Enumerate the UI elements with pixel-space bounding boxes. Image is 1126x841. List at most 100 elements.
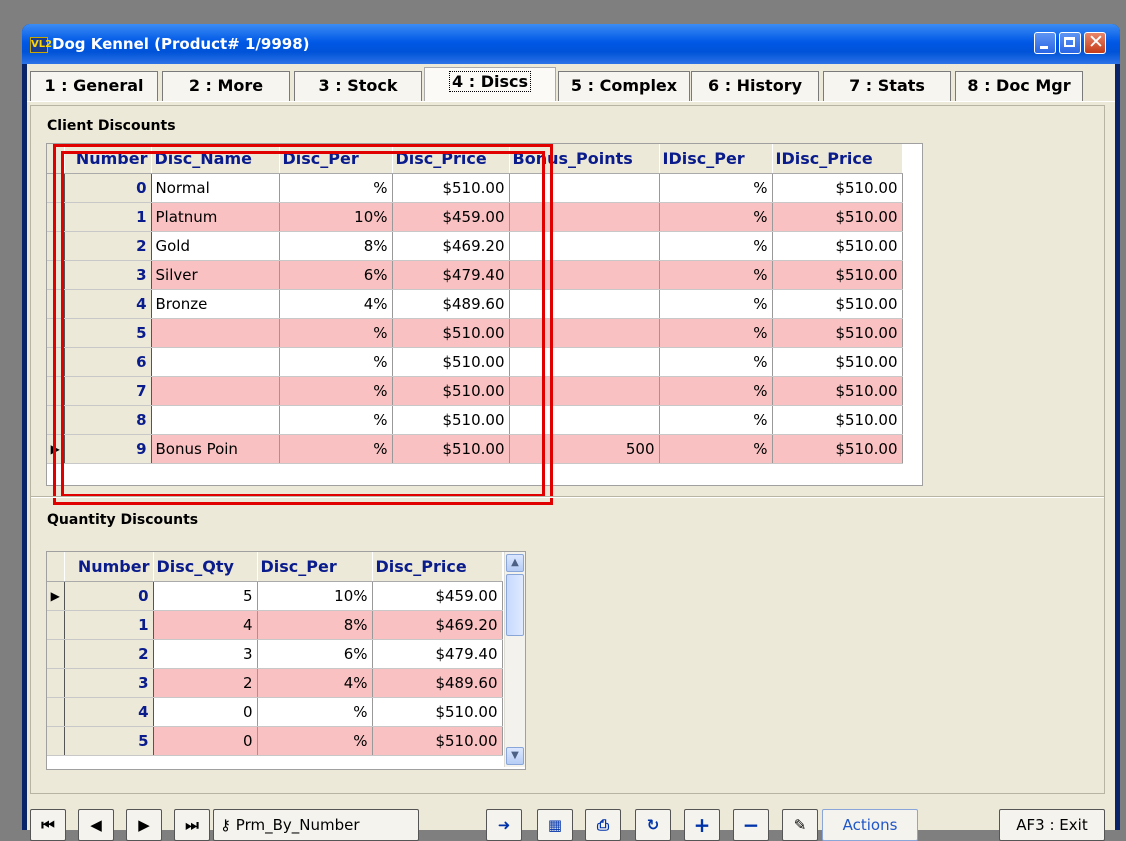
tab-general[interactable]: 1 : General xyxy=(30,71,158,101)
print-button[interactable]: ⎙ xyxy=(585,809,621,841)
cell-disc-per[interactable]: 4% xyxy=(279,289,393,319)
table-row[interactable]: 0 Normal% $510.00% $510.00 xyxy=(47,173,903,203)
column-header-bonus-points[interactable]: Bonus_Points xyxy=(509,144,660,174)
cell-bonus-points[interactable] xyxy=(509,376,660,406)
cell-disc-per[interactable]: % xyxy=(279,405,393,435)
cell-number[interactable]: 6 xyxy=(64,347,152,377)
cell-disc-name[interactable] xyxy=(151,347,280,377)
cell-disc-price[interactable]: $469.20 xyxy=(392,231,510,261)
cell-idisc-price[interactable]: $510.00 xyxy=(772,173,903,203)
cell-disc-per[interactable]: % xyxy=(279,434,393,464)
cell-disc-price[interactable]: $459.00 xyxy=(392,202,510,232)
grid-view-button[interactable]: ▦ xyxy=(537,809,573,841)
table-row[interactable]: 1 Platnum 10% $459.00% $510.00 xyxy=(47,202,903,232)
cell-disc-qty[interactable]: 0 xyxy=(153,726,258,756)
cell-disc-name[interactable]: Platnum xyxy=(151,202,280,232)
cell-disc-price[interactable]: $479.40 xyxy=(372,639,503,669)
column-header-number[interactable]: Number xyxy=(64,144,152,174)
cell-disc-name[interactable]: Silver xyxy=(151,260,280,290)
cell-disc-price[interactable]: $469.20 xyxy=(372,610,503,640)
cell-disc-name[interactable] xyxy=(151,376,280,406)
close-button[interactable]: ✕ xyxy=(1084,31,1106,54)
tab-discs[interactable]: 4 : Discs xyxy=(424,67,556,101)
column-header-disc-price[interactable]: Disc_Price xyxy=(372,552,503,582)
cell-idisc-price[interactable]: $510.00 xyxy=(772,289,903,319)
cell-bonus-points[interactable] xyxy=(509,289,660,319)
cell-disc-per[interactable]: % xyxy=(279,376,393,406)
cell-idisc-price[interactable]: $510.00 xyxy=(772,202,903,232)
cell-bonus-points[interactable]: 500 xyxy=(509,434,660,464)
client-discounts-grid[interactable]: Number Disc_Name Disc_Per Disc_Price Bon… xyxy=(46,143,923,486)
tab-complex[interactable]: 5 : Complex xyxy=(558,71,690,101)
cell-idisc-price[interactable]: $510.00 xyxy=(772,318,903,348)
cell-number[interactable]: 2 xyxy=(64,639,154,669)
cell-disc-price[interactable]: $510.00 xyxy=(372,697,503,727)
tab-doc-mgr[interactable]: 8 : Doc Mgr xyxy=(955,71,1083,101)
cell-disc-price[interactable]: $510.00 xyxy=(392,376,510,406)
cell-bonus-points[interactable] xyxy=(509,173,660,203)
cell-disc-per[interactable]: % xyxy=(279,318,393,348)
cell-idisc-per[interactable]: % xyxy=(659,231,773,261)
cell-disc-qty[interactable]: 5 xyxy=(153,581,258,611)
cell-idisc-price[interactable]: $510.00 xyxy=(772,376,903,406)
cell-idisc-per[interactable]: % xyxy=(659,318,773,348)
table-row[interactable]: 5 0% $510.00 xyxy=(47,726,503,756)
cell-disc-qty[interactable]: 3 xyxy=(153,639,258,669)
cell-disc-name[interactable] xyxy=(151,318,280,348)
cell-idisc-per[interactable]: % xyxy=(659,260,773,290)
cell-number[interactable]: 2 xyxy=(64,231,152,261)
cell-disc-per[interactable]: % xyxy=(257,726,373,756)
tab-stock[interactable]: 3 : Stock xyxy=(294,71,422,101)
cell-disc-price[interactable]: $510.00 xyxy=(392,434,510,464)
cell-bonus-points[interactable] xyxy=(509,347,660,377)
vertical-scrollbar[interactable]: ▲ ▼ xyxy=(504,552,525,767)
table-row[interactable]: 7% $510.00% $510.00 xyxy=(47,376,903,406)
add-record-button[interactable]: + xyxy=(684,809,720,841)
quantity-discounts-grid[interactable]: Number Disc_Qty Disc_Per Disc_Price ▶ 0 5 1… xyxy=(46,551,526,770)
table-row[interactable]: 2 3 6% $479.40 xyxy=(47,639,503,669)
last-record-button[interactable]: ⏭ xyxy=(174,809,210,841)
cell-idisc-per[interactable]: % xyxy=(659,347,773,377)
cell-idisc-per[interactable]: % xyxy=(659,289,773,319)
exit-button[interactable]: AF3 : Exit xyxy=(999,809,1105,841)
maximize-button[interactable] xyxy=(1059,32,1081,54)
cell-disc-price[interactable]: $459.00 xyxy=(372,581,503,611)
cell-disc-name[interactable] xyxy=(151,405,280,435)
cell-bonus-points[interactable] xyxy=(509,318,660,348)
first-record-button[interactable]: ⏮ xyxy=(30,809,66,841)
cell-number[interactable]: 5 xyxy=(64,726,154,756)
column-header-number[interactable]: Number xyxy=(64,552,154,582)
cell-disc-name[interactable]: Gold xyxy=(151,231,280,261)
column-header-idisc-per[interactable]: IDisc_Per xyxy=(659,144,773,174)
cell-disc-per[interactable]: % xyxy=(257,697,373,727)
cell-bonus-points[interactable] xyxy=(509,405,660,435)
tab-stats[interactable]: 7 : Stats xyxy=(823,71,951,101)
table-row-current[interactable]: ▶ 9 Bonus Poin% $510.00 500% $510.00 xyxy=(47,434,903,464)
cell-disc-qty[interactable]: 4 xyxy=(153,610,258,640)
actions-button[interactable]: Actions xyxy=(822,809,918,841)
column-header-disc-price[interactable]: Disc_Price xyxy=(392,144,510,174)
cell-idisc-per[interactable]: % xyxy=(659,173,773,203)
edit-button[interactable]: ✎ xyxy=(782,809,818,841)
cell-bonus-points[interactable] xyxy=(509,260,660,290)
tab-history[interactable]: 6 : History xyxy=(691,71,819,101)
column-header-disc-per[interactable]: Disc_Per xyxy=(279,144,393,174)
cell-idisc-price[interactable]: $510.00 xyxy=(772,260,903,290)
cell-number[interactable]: 3 xyxy=(64,668,154,698)
column-header-idisc-price[interactable]: IDisc_Price xyxy=(772,144,903,174)
cell-disc-price[interactable]: $489.60 xyxy=(372,668,503,698)
cell-disc-per[interactable]: 6% xyxy=(257,639,373,669)
cell-number[interactable]: 1 xyxy=(64,610,154,640)
cell-number[interactable]: 7 xyxy=(64,376,152,406)
cell-disc-name[interactable]: Normal xyxy=(151,173,280,203)
sort-key-button[interactable]: ⚷ Prm_By_Number xyxy=(213,809,419,841)
minimize-button[interactable] xyxy=(1034,32,1056,54)
cell-disc-per[interactable]: 10% xyxy=(257,581,373,611)
cell-number[interactable]: 5 xyxy=(64,318,152,348)
cell-bonus-points[interactable] xyxy=(509,202,660,232)
next-record-button[interactable]: ▶ xyxy=(126,809,162,841)
column-header-disc-per[interactable]: Disc_Per xyxy=(257,552,373,582)
refresh-button[interactable]: ↻ xyxy=(635,809,671,841)
column-header-disc-name[interactable]: Disc_Name xyxy=(151,144,280,174)
cell-idisc-price[interactable]: $510.00 xyxy=(772,347,903,377)
